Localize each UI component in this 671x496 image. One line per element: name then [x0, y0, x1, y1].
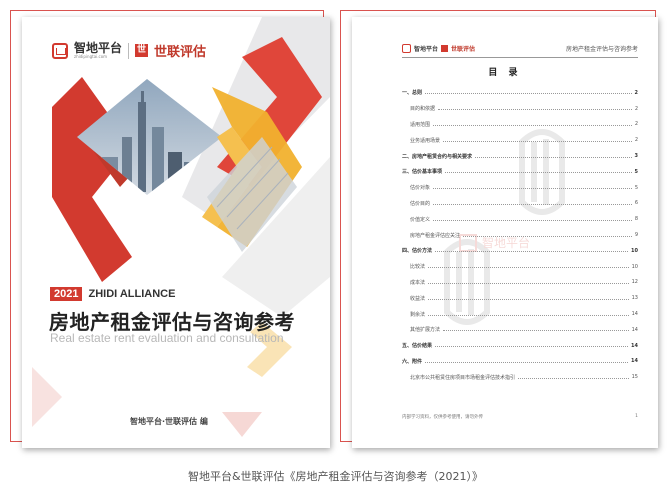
toc-item-page: 12: [631, 279, 638, 286]
toc-item-page: 2: [634, 89, 638, 96]
toc-item-leader: [433, 124, 632, 126]
toc-item-page: 8: [634, 216, 638, 223]
toc-footer: 内部学习资料，仅供参考使用，请勿外传 1: [402, 414, 638, 420]
toc-item-leader: [518, 377, 629, 379]
zhidi-logo-text: 智地平台: [74, 41, 123, 55]
shilian-logo-text: 世联评估: [154, 45, 207, 60]
zhidi-logo-icon: [52, 42, 68, 59]
toc-item-leader: [463, 235, 632, 237]
toc-item-label: 二、房地产租赁合约与相关要求: [402, 153, 473, 160]
toc-item-page: 2: [634, 105, 638, 112]
toc-item[interactable]: 适用范围 2: [402, 117, 638, 133]
toc-item-label: 估价目的: [410, 200, 431, 207]
toc-item-label: 四、估价方法: [402, 248, 433, 255]
toc-item[interactable]: 三、估价基本事项 5: [402, 164, 638, 180]
toc-item-label: 北京市公共租赁住房项目市场租金评估技术指引: [410, 374, 516, 381]
toc-item-page: 5: [634, 168, 638, 175]
cover-subtitle: Real estate rent evaluation and consulta…: [50, 331, 284, 345]
toc-item-leader: [428, 267, 629, 269]
toc-item-label: 收益法: [410, 295, 426, 302]
toc-item-leader: [433, 188, 632, 190]
toc-item-leader: [433, 203, 632, 205]
cover-graphic: [32, 17, 330, 437]
logo-divider: [128, 42, 130, 59]
toc-item-leader: [445, 172, 632, 174]
toc-item-leader: [425, 361, 629, 363]
toc-item-label: 成本法: [410, 279, 426, 286]
toc-item-page: 9: [634, 232, 638, 239]
cover-editor: 智地平台·世联评估 编: [130, 417, 208, 426]
toc-item[interactable]: 其他扩展方法 14: [402, 322, 638, 338]
toc-item-page: 5: [634, 184, 638, 191]
toc-item-page: 10: [631, 247, 638, 254]
toc-item-page: 13: [631, 295, 638, 302]
toc-item-page: 2: [634, 137, 638, 144]
toc-item-leader: [435, 251, 629, 253]
toc-item[interactable]: 收益法 13: [402, 290, 638, 306]
toc-item[interactable]: 价值定义 8: [402, 211, 638, 227]
toc-list: 一、总则 2 目的和依据 2 适用范围 2 业务适用场景 2 二、房地产租赁合约与相关要求 3 三、…: [402, 85, 638, 385]
toc-item[interactable]: 北京市公共租赁住房项目市场租金评估技术指引 15: [402, 369, 638, 385]
toc-item-label: 比较法: [410, 264, 426, 271]
toc-item-leader: [475, 156, 632, 158]
shilian-logo-icon: 世: [135, 44, 149, 57]
cover-logo: 智地平台 zhidipingtai.com 世 世联评估: [52, 41, 206, 60]
toc-item-leader: [433, 219, 632, 221]
toc-item-leader: [425, 93, 632, 95]
toc-item-label: 其他扩展方法: [410, 327, 441, 334]
toc-item[interactable]: 四、估价方法 10: [402, 243, 638, 259]
toc-item-page: 14: [631, 311, 638, 318]
toc-item-leader: [428, 314, 629, 316]
toc-item[interactable]: 估价目的 6: [402, 196, 638, 212]
toc-item-leader: [428, 298, 629, 300]
toc-item-leader: [443, 330, 629, 332]
toc-item[interactable]: 二、房地产租赁合约与相关要求 3: [402, 148, 638, 164]
image-caption: 智地平台&世联评估《房地产租金评估与咨询参考（2021）》: [187, 470, 484, 483]
toc-item-page: 10: [631, 263, 638, 270]
toc-item-page: 14: [631, 358, 638, 365]
toc-item-label: 房地产租金评估应关注: [410, 232, 461, 239]
toc-item-label: 一、总则: [402, 90, 423, 97]
toc-item-page: 2: [634, 121, 638, 128]
toc-item-page: 14: [631, 326, 638, 333]
toc-item-label: 三、估价基本事项: [402, 169, 443, 176]
toc-item-leader: [438, 109, 632, 111]
toc-item-label: 六、附件: [402, 358, 423, 365]
toc-item[interactable]: 剩余法 14: [402, 306, 638, 322]
toc-item-label: 估价对象: [410, 185, 431, 192]
toc-item-leader: [443, 140, 632, 142]
toc-item-label: 价值定义: [410, 216, 431, 223]
toc-item[interactable]: 五、估价结果 14: [402, 338, 638, 354]
toc-item[interactable]: 目的和依据 2: [402, 101, 638, 117]
toc-item[interactable]: 六、附件 14: [402, 354, 638, 370]
toc-item-label: 剩余法: [410, 311, 426, 318]
toc-footer-note: 内部学习资料，仅供参考使用，请勿外传: [402, 415, 483, 420]
toc-item[interactable]: 房地产租金评估应关注 9: [402, 227, 638, 243]
toc-item-page: 6: [634, 200, 638, 207]
year-badge: 2021: [50, 287, 83, 301]
toc-item-page: 14: [631, 342, 638, 349]
cover-page: 智地平台 zhidipingtai.com 世 世联评估 2021 ZHIDI …: [22, 17, 330, 448]
toc-page: 智地平台 世联评估 房地产租金评估与咨询参考 目 录 智地平台 一、总则 2 目的和…: [352, 17, 658, 448]
alliance-label: ZHIDI ALLIANCE: [88, 288, 176, 300]
toc-item[interactable]: 业务适用场景 2: [402, 132, 638, 148]
toc-item[interactable]: 一、总则 2: [402, 85, 638, 101]
toc-footer-page: 1: [635, 414, 638, 419]
toc-item-page: 15: [631, 374, 638, 381]
toc-item-leader: [428, 282, 629, 284]
toc-item[interactable]: 比较法 10: [402, 259, 638, 275]
toc-item-label: 五、估价结果: [402, 343, 433, 350]
toc-item-label: 目的和依据: [410, 106, 436, 113]
cover-year-row: 2021 ZHIDI ALLIANCE: [50, 287, 175, 301]
toc-item-page: 3: [634, 153, 638, 160]
toc-item[interactable]: 成本法 12: [402, 275, 638, 291]
toc-item-label: 适用范围: [410, 121, 431, 128]
toc-item-leader: [435, 346, 629, 348]
toc-item-label: 业务适用场景: [410, 137, 441, 144]
toc-item[interactable]: 估价对象 5: [402, 180, 638, 196]
